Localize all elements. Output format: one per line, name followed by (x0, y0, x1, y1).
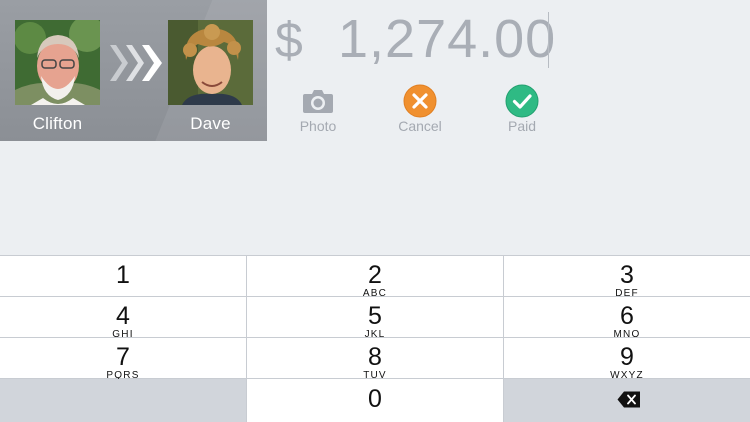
numeric-keypad: 1 2 ABC 3 DEF 4 GHI 5 JKL 6 MNO 7 PQRS 8… (0, 255, 750, 422)
delete-key[interactable] (504, 379, 750, 422)
key-4[interactable]: 4 GHI (0, 297, 246, 340)
payee-name: Dave (190, 114, 231, 133)
key-7[interactable]: 7 PQRS (0, 338, 246, 381)
key-6[interactable]: 6 MNO (504, 297, 750, 340)
key-digit: 3 (620, 261, 634, 289)
payer-avatar[interactable] (15, 20, 100, 105)
key-3[interactable]: 3 DEF (504, 256, 750, 299)
camera-icon (303, 90, 333, 113)
text-caret (548, 12, 549, 68)
amount-field[interactable]: 1,274.00 (338, 8, 556, 70)
transfer-panel: Clifton Dave (0, 0, 267, 141)
key-digit: 5 (368, 302, 382, 330)
payer-name: Clifton (32, 114, 83, 133)
key-5[interactable]: 5 JKL (247, 297, 503, 340)
backspace-icon (617, 391, 640, 408)
cancel-button[interactable]: Cancel (385, 84, 455, 134)
key-digit: 0 (368, 385, 382, 413)
key-digit: 8 (368, 343, 382, 371)
currency-symbol: $ (275, 12, 303, 68)
payer[interactable]: Clifton (15, 20, 100, 134)
key-digit: 2 (368, 261, 382, 289)
photo-button[interactable]: Photo (283, 84, 353, 134)
key-digit: 1 (116, 261, 130, 289)
key-1[interactable]: 1 (0, 256, 246, 296)
paid-label: Paid (507, 118, 537, 134)
key-0[interactable]: 0 (247, 379, 503, 422)
key-2[interactable]: 2 ABC (247, 256, 503, 299)
checkmark-icon (505, 84, 539, 118)
payee-avatar[interactable] (168, 20, 253, 105)
transfer-arrows-icon (110, 45, 162, 81)
cancel-label: Cancel (398, 118, 442, 134)
photo-label: Photo (299, 118, 337, 134)
key-digit: 4 (116, 302, 130, 330)
paid-button[interactable]: Paid (487, 84, 557, 134)
key-9[interactable]: 9 WXYZ (504, 338, 750, 381)
key-8[interactable]: 8 TUV (247, 338, 503, 381)
key-digit: 6 (620, 302, 634, 330)
cancel-x-icon (403, 84, 437, 118)
payee[interactable]: Dave (168, 20, 253, 134)
key-digit: 7 (116, 343, 130, 371)
key-blank (0, 379, 246, 422)
key-digit: 9 (620, 343, 634, 371)
